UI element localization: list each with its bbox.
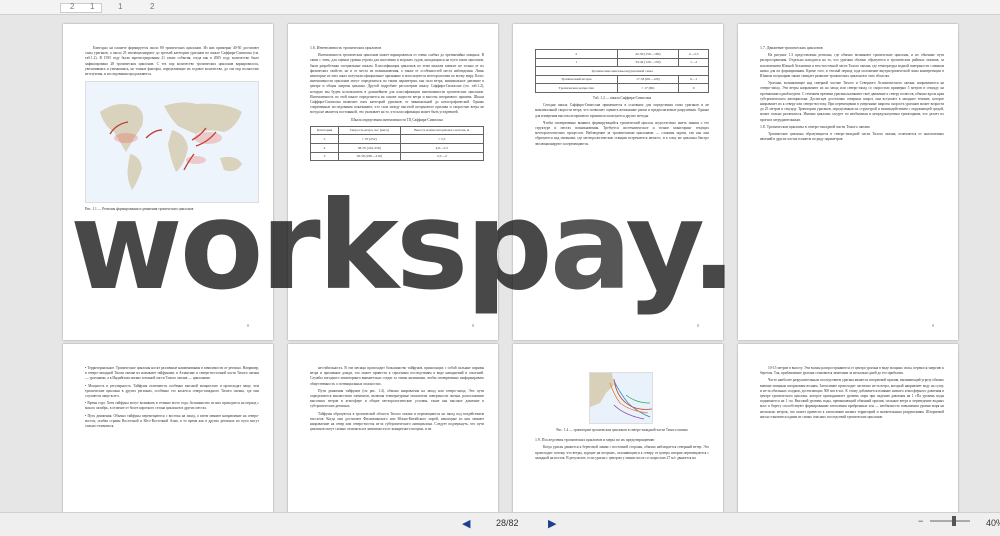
ruler-mark: 1	[118, 2, 123, 11]
table-row: Тропическая депрессия < 17 (60) 0	[535, 83, 709, 93]
table-caption: Таб. 1.2 — шкала Саффира-Симпсона	[592, 95, 652, 100]
table-section-label: Тропические циклоны неураганной силы	[535, 66, 709, 76]
table-cell: 50-58 (180—210)	[338, 151, 401, 162]
paragraph: Пути движения тайфунов (см рис. 1.4), об…	[310, 388, 484, 409]
saffir-simpson-table: Категория Скорость ветра, м/с (км/ч) Выс…	[309, 125, 484, 162]
bullet-item: • Мощность и регулярность. Тайфуны отлич…	[85, 383, 259, 399]
table-row: 2 42-50 (150—180) 2—2,5	[535, 49, 709, 59]
bullet-item: • Путь движения. Обычно тайфуны перемеща…	[85, 413, 259, 429]
paragraph: На рисунке 1.3 представлены регионы, где…	[760, 53, 944, 79]
table-cell: Тропический шторм	[535, 74, 618, 85]
table-cell: 33-42 (120—150)	[616, 57, 680, 68]
table-cell: 2	[535, 49, 618, 59]
saffir-simpson-table-continued: 2 42-50 (150—180) 2—2,5 1 33-42 (120—150…	[535, 49, 709, 93]
paragraph: нестабильность. В эти месяцы происходит …	[310, 366, 484, 386]
prev-page-button[interactable]: ◀	[462, 517, 470, 531]
zoom-out-button[interactable]: −	[918, 516, 923, 526]
table-header-row: Категория Скорость ветра, м/с (км/ч) Выс…	[309, 125, 484, 136]
table-cell: 1—2	[678, 57, 709, 68]
table-row: 3 50-58 (180—210) 2,5—4	[309, 151, 484, 162]
page-number: 0	[932, 323, 934, 328]
table-caption: Шкала определения интенсивности ТЦ Саффи…	[351, 117, 443, 122]
table-cell: 58-70 (210-250)	[338, 143, 401, 153]
section-heading: 1.6. Интенсивность тропических циклонов	[310, 46, 382, 50]
table-row: Тропический шторм 17-33 (60—120) 0—1	[535, 74, 709, 85]
table-cell: > 5,5	[399, 134, 484, 145]
table-cell: > 70 (252)	[338, 134, 401, 145]
ruler-mark: 2	[150, 2, 155, 11]
horizontal-ruler[interactable]: 2 1 1 2	[0, 0, 1000, 15]
document-page-7: Рис. 1.4 — траектории тропических циклон…	[513, 344, 723, 534]
table-cell: 2—2,5	[678, 49, 709, 59]
table-cell: 1	[535, 57, 618, 68]
table-section-row: Тропические циклоны неураганной силы	[535, 66, 709, 76]
zoom-level: 40%	[986, 518, 1000, 528]
table-cell: 5	[309, 134, 340, 145]
page-indicator[interactable]: 28/82	[496, 518, 519, 528]
page-number: 0	[697, 323, 699, 328]
page-number: 0	[472, 323, 474, 328]
figure-caption: Рис. 1.1 — Регионы формирования и движен…	[85, 207, 194, 212]
paragraph: Сегодня шкала Саффира-Симпсона применяет…	[535, 103, 709, 118]
document-page-5: • Территориальное. Тропические циклоны н…	[63, 344, 273, 534]
table-cell: 4	[309, 143, 340, 153]
paragraph: 10-15 метров в высоту. Эти волны распрос…	[760, 366, 944, 376]
paragraph: Часто наиболее разрушительным последстви…	[760, 378, 944, 419]
table-header: Категория	[309, 125, 340, 136]
ruler-mark: 2	[70, 2, 75, 11]
document-page-6: нестабильность. В эти месяцы происходит …	[288, 344, 498, 534]
paragraph: Ежегодно на планете формируется около 80…	[85, 46, 259, 77]
table-row: 5 > 70 (252) > 5,5	[309, 134, 484, 145]
table-header: Скорость ветра, м/с (км/ч)	[338, 125, 401, 136]
document-page-8: 10-15 метров в высоту. Эти волны распрос…	[738, 344, 958, 534]
zoom-slider[interactable]	[930, 520, 970, 522]
document-page-2: 1.6. Интенсивность тропических циклонов …	[288, 24, 498, 340]
section-heading: 1.8. Тропические циклоны в северо-западн…	[760, 124, 870, 129]
figure-caption: Рис. 1.4 — траектории тропических циклон…	[556, 428, 688, 432]
paragraph: Интенсивность тропических циклонов может…	[310, 53, 484, 115]
document-page-4: 1.7. Движение тропических циклонов На ри…	[738, 24, 958, 340]
document-page-1: Ежегодно на планете формируется около 80…	[63, 24, 273, 340]
paragraph: Тайфуны образуются в тропической области…	[310, 411, 484, 432]
paragraph: Тропические циклоны образующиеся в север…	[760, 132, 944, 142]
table-cell: 0—1	[678, 74, 709, 85]
table-cell: 2,5—4	[399, 151, 484, 162]
ruler-mark: 1	[90, 2, 95, 11]
bullet-item: • Территориальное. Тропические циклоны н…	[85, 366, 259, 381]
bullet-item: • Время года. Хотя тайфуны могут возника…	[85, 401, 259, 411]
table-cell: 0	[678, 83, 709, 93]
section-heading: 1.9. Последствия тропических циклонов и …	[535, 438, 655, 443]
table-cell: 42-50 (150—180)	[616, 49, 680, 59]
typhoon-tracks-map-image	[589, 372, 653, 424]
ruler-margin-zone	[60, 3, 102, 13]
table-cell: Тропическая депрессия	[535, 83, 618, 93]
table-cell: 17-33 (60—120)	[616, 74, 680, 85]
paragraph: Чтобы своевременно выявить формирующийся…	[535, 120, 709, 146]
table-header: Высота волны штормового нагона, м	[399, 125, 484, 136]
table-cell: 3	[309, 151, 340, 162]
next-page-button[interactable]: ▶	[548, 517, 556, 531]
table-cell: < 17 (60)	[616, 83, 680, 93]
table-row: 1 33-42 (120—150) 1—2	[535, 57, 709, 68]
table-row: 4 58-70 (210-250) 4,0—5,5	[309, 143, 484, 153]
page-number: 0	[247, 323, 249, 328]
world-cyclone-map-image	[85, 81, 259, 204]
table-cell: 4,0—5,5	[399, 143, 484, 153]
zoom-slider-handle[interactable]	[952, 516, 956, 526]
paragraph: Когда ураган движется к береговой линии …	[535, 445, 709, 460]
section-heading: 1.7. Движение тропических циклонов	[760, 46, 823, 50]
status-bar: ◀ 28/82 ▶ − 40%	[0, 512, 1000, 536]
document-page-3: 2 42-50 (150—180) 2—2,5 1 33-42 (120—150…	[513, 24, 723, 340]
paragraph: Ураганы, возникающие над северной частью…	[760, 81, 944, 122]
